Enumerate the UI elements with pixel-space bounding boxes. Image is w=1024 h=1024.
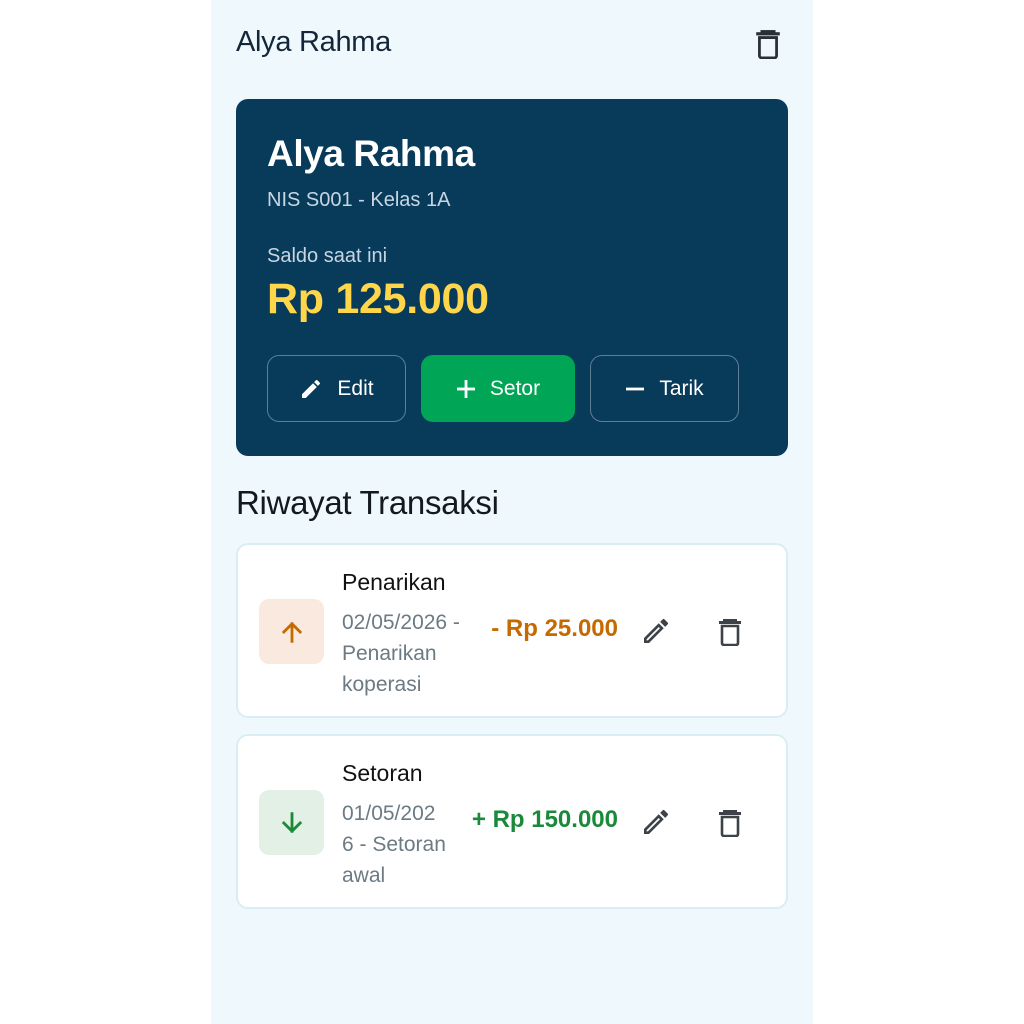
page-title: Alya Rahma [236, 26, 391, 58]
edit-button[interactable]: Edit [267, 355, 406, 422]
transaction-amount: - Rp 25.000 [491, 615, 618, 642]
edit-button-label: Edit [337, 376, 374, 400]
student-id-class: NIS S001 - Kelas 1A [267, 189, 451, 211]
transaction-description: 01/05/202 6 - Setoran awal [342, 802, 446, 887]
pencil-icon [644, 618, 669, 643]
transaction-amount: + Rp 150.000 [471, 806, 618, 833]
arrow-up-icon [281, 621, 302, 643]
deposit-button[interactable]: Setor [421, 355, 575, 422]
transaction-title: Setoran [342, 760, 423, 786]
plus-icon [456, 379, 475, 398]
delete-student-button[interactable] [748, 22, 788, 66]
transaction-item: Setoran 01/05/202 6 - Setoran awal + Rp … [236, 734, 788, 909]
app-screen: Alya Rahma Alya Rahma NIS S001 - Kelas 1… [211, 0, 813, 1024]
student-name: Alya Rahma [267, 133, 475, 174]
withdraw-button[interactable]: Tarik [590, 355, 739, 422]
trash-icon [719, 810, 741, 837]
deposit-indicator [259, 790, 324, 855]
pencil-icon [302, 379, 321, 398]
transaction-item: Penarikan 02/05/2026 - Penarikan koperas… [236, 543, 788, 718]
arrow-down-icon [281, 811, 302, 833]
balance-amount: Rp 125.000 [267, 275, 489, 323]
withdrawal-indicator [259, 599, 324, 664]
app-bar: Alya Rahma [236, 22, 788, 68]
withdraw-button-label: Tarik [659, 376, 704, 400]
edit-transaction-button[interactable] [638, 804, 674, 840]
delete-transaction-button[interactable] [712, 613, 748, 651]
delete-transaction-button[interactable] [712, 804, 748, 842]
transaction-description: 02/05/2026 - Penarikan koperasi [342, 611, 460, 696]
deposit-button-label: Setor [489, 376, 541, 400]
pencil-icon [644, 809, 669, 834]
trash-icon [756, 30, 780, 59]
transaction-title: Penarikan [342, 569, 446, 595]
edit-transaction-button[interactable] [638, 613, 674, 649]
minus-icon [626, 387, 645, 390]
trash-icon [719, 619, 741, 646]
transaction-history-title: Riwayat Transaksi [236, 484, 499, 521]
balance-label: Saldo saat ini [267, 245, 388, 267]
student-balance-card: Alya Rahma NIS S001 - Kelas 1A Saldo saa… [236, 99, 788, 456]
